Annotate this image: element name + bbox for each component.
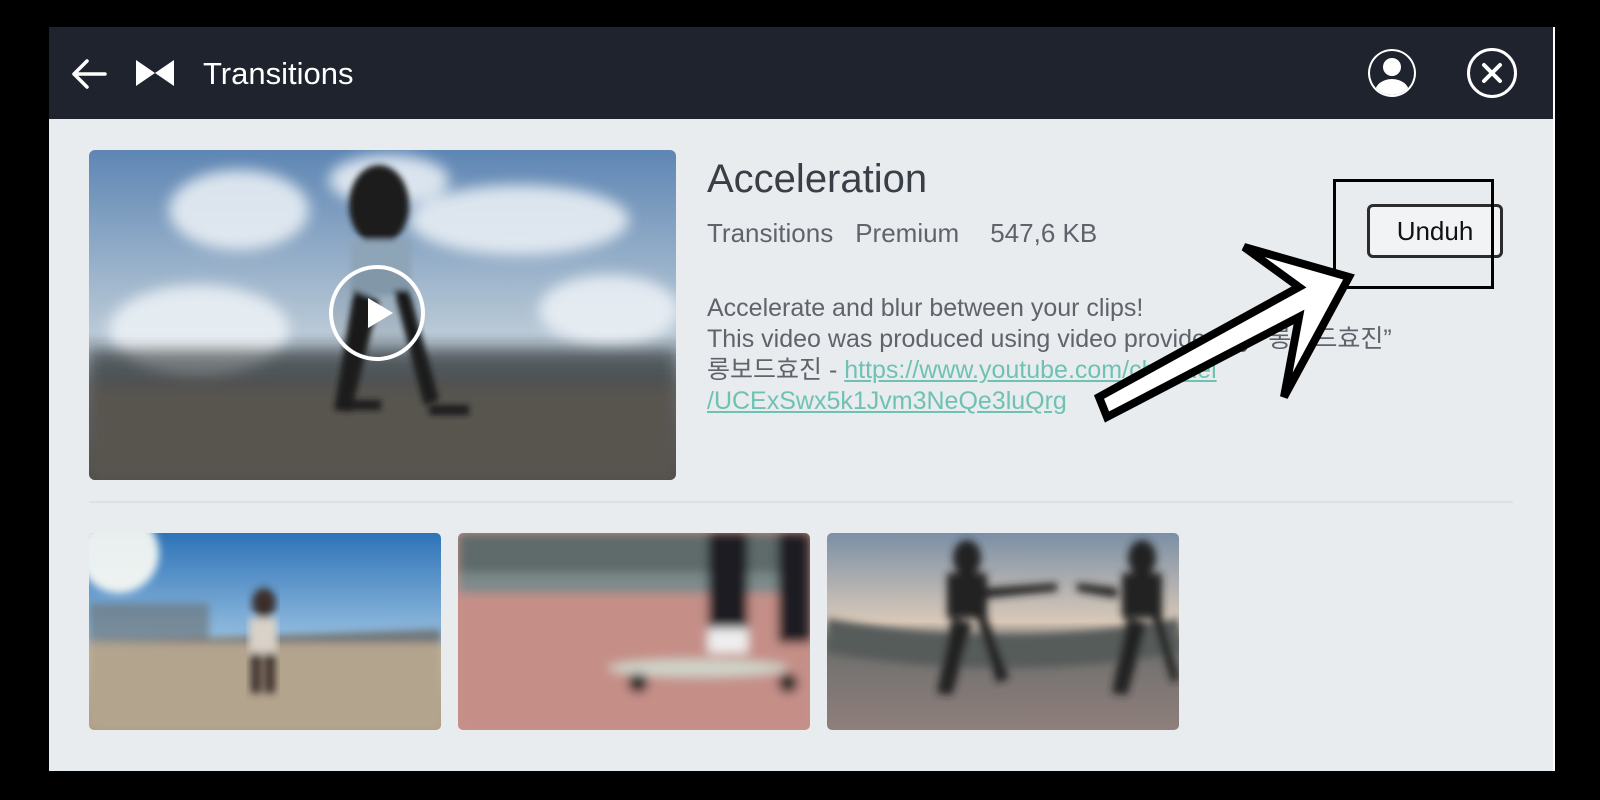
app-window: Transitions Acceleration Transitions Pre… xyxy=(49,27,1553,771)
credit-prefix: 롱보드효진 - xyxy=(707,356,845,384)
page-title: Transitions xyxy=(203,56,354,91)
annotation-arrow-icon xyxy=(1093,243,1355,423)
premium-badge: Premium xyxy=(855,218,960,248)
thumbnail-image xyxy=(827,533,1179,730)
header-bar: Transitions xyxy=(49,27,1553,119)
category-label: Transitions xyxy=(707,218,834,248)
credit-link-continued[interactable]: /UCExSwx5k1Jvm3NeQe3luQrg xyxy=(707,387,1067,415)
window-edge xyxy=(1553,27,1555,771)
divider xyxy=(89,501,1513,503)
thumbnail-1[interactable] xyxy=(89,533,441,730)
effect-meta: Transitions Premium 547,6 KB xyxy=(707,218,1097,249)
preview-video[interactable] xyxy=(89,150,676,480)
arrow-left-icon[interactable] xyxy=(69,54,109,94)
bowtie-logo-icon xyxy=(136,60,174,86)
thumbnail-image xyxy=(89,533,441,730)
thumbnail-image xyxy=(458,533,810,730)
thumbnail-3[interactable] xyxy=(827,533,1179,730)
close-circle-icon[interactable] xyxy=(1466,47,1518,99)
effect-title: Acceleration xyxy=(707,157,928,201)
play-circle-icon[interactable] xyxy=(327,263,427,363)
user-circle-icon[interactable] xyxy=(1365,46,1419,100)
thumbnail-2[interactable] xyxy=(458,533,810,730)
